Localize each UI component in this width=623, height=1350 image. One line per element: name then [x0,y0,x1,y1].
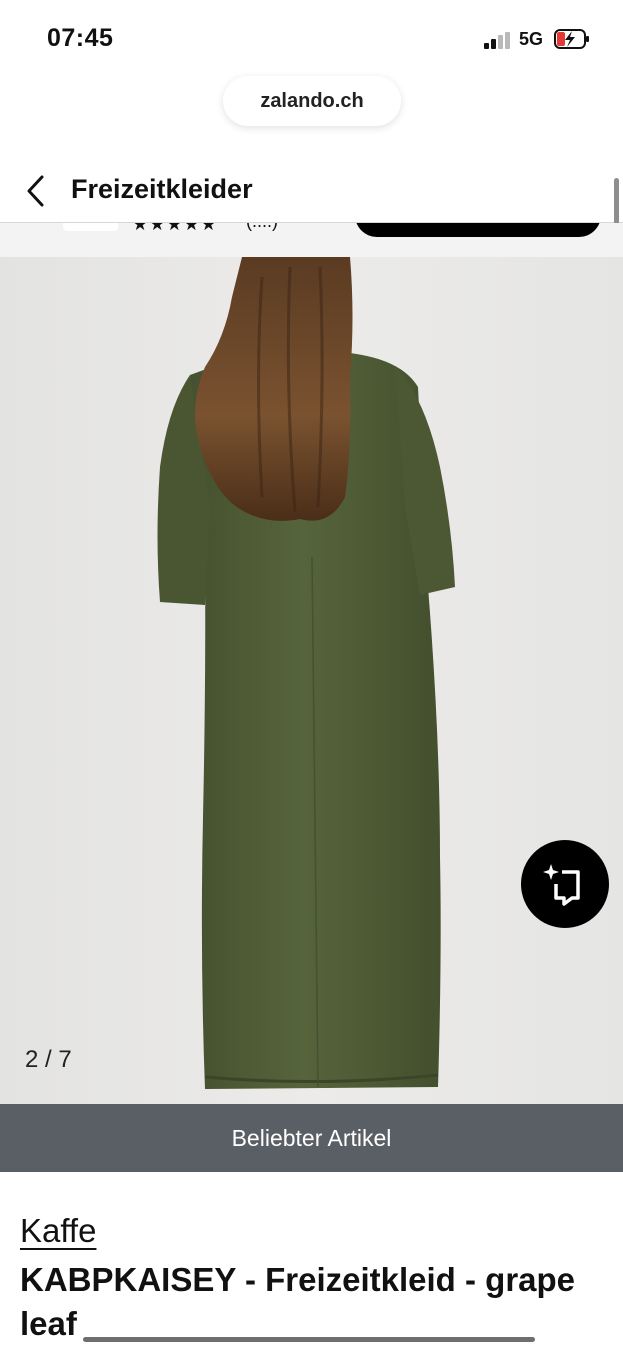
battery-charging-icon [554,29,589,49]
add-to-cart-button[interactable] [355,223,601,237]
sticky-bar-peek: ★★★★★ (....) [0,223,623,257]
status-bar: 07:45 5G [0,0,623,70]
image-counter: 2 / 7 [25,1046,72,1073]
home-indicator [83,1337,535,1342]
product-photo [0,257,623,1104]
product-title: KABPKAISEY - Freizeitkleid - grape leaf [20,1261,576,1342]
try-on-button[interactable] [521,840,609,928]
status-time: 07:45 [47,24,114,52]
signal-icon [484,32,512,49]
thumbnail-peek [63,223,118,231]
product-image-gallery[interactable] [0,257,623,1104]
review-count-peek: (....) [246,223,278,232]
banner-label: Beliebter Artikel [231,1124,392,1151]
url-text: zalando.ch [260,89,364,112]
chevron-left-icon[interactable] [22,173,52,209]
sparkle-crop-icon [543,864,580,906]
rating-stars-icon: ★★★★★ [132,223,218,234]
url-bar[interactable]: zalando.ch [223,76,401,126]
popular-item-banner: Beliebter Artikel [0,1104,623,1172]
network-label: 5G [519,29,544,49]
brand-link[interactable]: Kaffe [20,1212,96,1250]
page-header: Freizeitkleider [0,158,623,222]
page-title: Freizeitkleider [71,174,253,204]
